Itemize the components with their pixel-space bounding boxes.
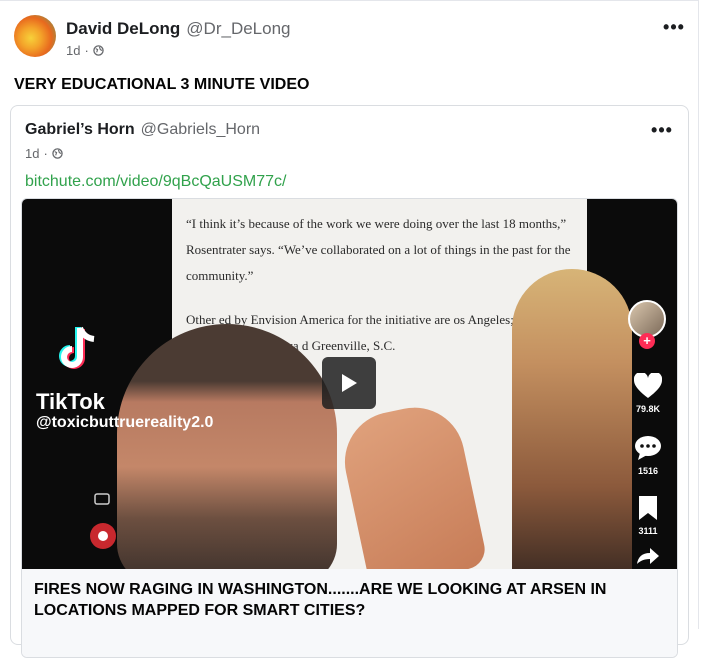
- post-timestamp[interactable]: 1d: [66, 43, 80, 58]
- post-meta: 1d ·: [66, 43, 104, 58]
- bookmark-icon: [639, 496, 657, 520]
- globe-icon: [52, 148, 63, 159]
- sound-disc-icon: [90, 523, 116, 549]
- author-name[interactable]: David DeLong: [66, 19, 180, 38]
- save-count: 3111: [638, 526, 658, 536]
- person-face: [117, 324, 337, 569]
- video-card[interactable]: “I think it’s because of the work we wer…: [21, 198, 678, 658]
- comment-icon: [635, 436, 661, 460]
- tiktok-username: @toxicbuttruereality2.0: [36, 414, 214, 431]
- share-action: [620, 547, 676, 569]
- shared-author-handle[interactable]: @Gabriels_Horn: [141, 121, 260, 138]
- post-header: David DeLong @Dr_DeLong: [66, 19, 291, 39]
- filter-icon: [94, 493, 110, 505]
- post: David DeLong @Dr_DeLong 1d · ••• VERY EDU…: [0, 0, 699, 658]
- author-handle[interactable]: @Dr_DeLong: [186, 19, 290, 38]
- comment-action: 1516: [620, 435, 676, 476]
- play-icon: [342, 374, 357, 392]
- meta-separator: ·: [84, 43, 89, 58]
- comment-count: 1516: [637, 466, 659, 476]
- heart-icon: [633, 371, 663, 398]
- shared-post-more-button[interactable]: •••: [648, 120, 676, 140]
- follow-plus-icon: +: [639, 333, 655, 349]
- share-icon: [637, 548, 659, 564]
- shared-post-timestamp[interactable]: 1d: [25, 146, 39, 161]
- post-more-button[interactable]: •••: [660, 17, 688, 37]
- video-caption[interactable]: FIRES NOW RAGING IN WASHINGTON.......ARE…: [22, 569, 677, 657]
- author-avatar[interactable]: [14, 15, 56, 57]
- shared-post-meta: 1d ·: [25, 146, 63, 161]
- tiktok-logo-icon: [59, 326, 95, 369]
- shared-post[interactable]: Gabriel’s Horn @Gabriels_Horn 1d · ••• bi…: [10, 105, 689, 658]
- post-text: VERY EDUCATIONAL 3 MINUTE VIDEO: [14, 76, 310, 93]
- video-link[interactable]: bitchute.com/video/9qBcQaUSM77c/: [25, 173, 286, 191]
- person-right: [512, 269, 632, 569]
- meta-separator: ·: [43, 146, 48, 161]
- shared-post-header: Gabriel’s Horn @Gabriels_Horn: [25, 121, 260, 139]
- tiktok-brand: TikTok: [36, 389, 105, 414]
- save-action: 3111: [620, 495, 676, 536]
- like-action: 79.8K: [620, 371, 676, 414]
- video-thumbnail[interactable]: “I think it’s because of the work we wer…: [22, 199, 677, 569]
- shared-author-name[interactable]: Gabriel’s Horn: [25, 121, 135, 138]
- doc-paragraph-1: “I think it’s because of the work we wer…: [186, 216, 571, 283]
- play-button[interactable]: [322, 357, 376, 409]
- globe-icon: [93, 45, 104, 56]
- like-count: 79.8K: [635, 404, 661, 414]
